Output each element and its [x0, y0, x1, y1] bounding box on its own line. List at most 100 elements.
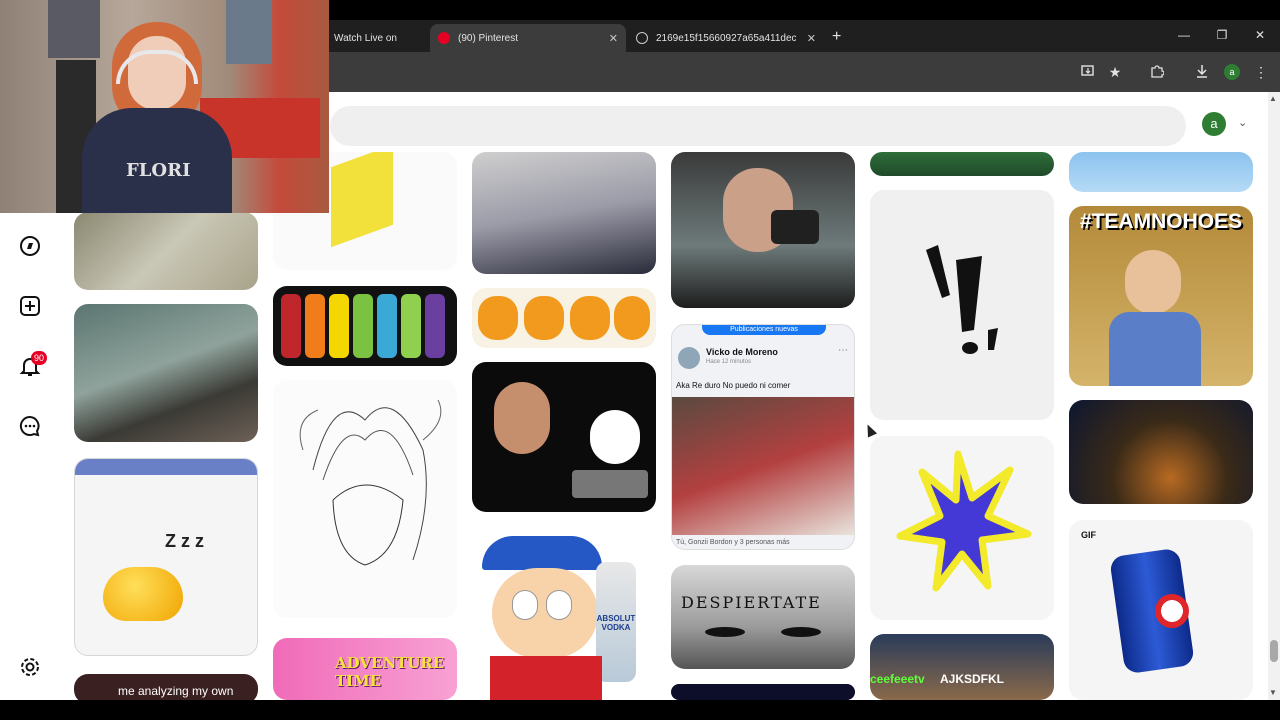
tab-title: Watch Live on [334, 32, 397, 44]
jacket [490, 656, 602, 700]
pin-green-landscape[interactable] [870, 152, 1054, 176]
despiertate-text: DESPIERTATE [681, 593, 822, 612]
post-reactions: Tú, Gonzii Bordon y 3 personas más [676, 539, 790, 546]
pin-analyzing-meme[interactable]: me analyzing my own [74, 674, 258, 700]
browser-profile-avatar[interactable]: a [1224, 64, 1240, 80]
install-app-icon[interactable] [1080, 64, 1096, 81]
gif-badge: GIF [1081, 530, 1096, 540]
adventure-time-logo: ADVENTURE TIME [335, 654, 445, 690]
tv-caption: AJKSDFKL [940, 672, 1005, 686]
pin-exclamation[interactable] [870, 190, 1054, 420]
snoopy [590, 410, 640, 464]
close-tab-icon[interactable]: ✕ [807, 32, 816, 45]
scroll-thumb[interactable] [1270, 640, 1278, 662]
pin-tv-meme[interactable]: ceefeeetv AJKSDFKL [870, 634, 1054, 700]
tab-title: (90) Pinterest [458, 32, 519, 44]
star-burst-icon [896, 450, 1032, 592]
eye [512, 590, 538, 620]
close-tab-icon[interactable]: ✕ [609, 32, 618, 45]
pin-dark-tile[interactable] [671, 684, 855, 700]
extensions-icon[interactable] [1149, 64, 1165, 81]
poster [226, 0, 272, 64]
tab-pinterest[interactable]: (90) Pinterest ✕ [430, 24, 626, 52]
pin-caption: me analyzing my own [118, 684, 234, 698]
window-titlebar [75, 459, 257, 475]
screen-bottom-bar [0, 700, 1280, 720]
search-input[interactable] [330, 106, 1186, 146]
tv-username: ceefeeetv [870, 672, 925, 686]
pin-architecture-drawing[interactable] [74, 212, 258, 290]
bottle [425, 294, 445, 358]
pin-sleeping-emoji[interactable]: Z z z [74, 458, 258, 656]
minimize-button[interactable]: — [1174, 28, 1194, 42]
sleeping-face-icon [103, 567, 183, 621]
browser-menu-icon[interactable]: ⋮ [1253, 64, 1269, 80]
notification-badge: 90 [31, 351, 47, 365]
post-author: Vicko de Moreno [706, 347, 778, 357]
more-icon: ⋯ [838, 345, 848, 356]
accounts-chevron-down-icon[interactable]: ⌄ [1238, 116, 1247, 129]
messages-icon[interactable] [19, 415, 41, 437]
bookmark-star-icon[interactable]: ★ [1107, 64, 1123, 80]
garfield-sticker [570, 296, 610, 340]
bottle [305, 294, 325, 358]
tab-hash[interactable]: 2169e15f15660927a65a411dec ✕ [628, 24, 824, 52]
page-scrollbar[interactable] [1268, 92, 1280, 700]
sketch-drawing [299, 399, 442, 566]
screen: { "browser": { "tabs": [ {"title": "Watc… [0, 0, 1280, 720]
pin-pepsi-gif[interactable]: GIF [1069, 520, 1253, 700]
bottle [377, 294, 397, 358]
pin-facebook-post[interactable]: Publicaciones nuevas Vicko de Moreno Hac… [671, 324, 855, 550]
yellow-shape [331, 152, 393, 248]
scroll-down-icon[interactable]: ▼ [1269, 688, 1277, 697]
new-tab-button[interactable]: + [832, 28, 841, 46]
beanie [482, 536, 602, 570]
pin-teamnohoes[interactable]: #TEAMNOHOES [1069, 206, 1253, 386]
eye [546, 590, 572, 620]
pin-stairs-photo[interactable] [74, 304, 258, 442]
bottle [329, 294, 349, 358]
pepsi-logo-icon [1155, 594, 1189, 628]
absolut-label: ABSOLUT VODKA [596, 614, 636, 632]
pin-hair-sketch[interactable] [273, 380, 457, 618]
teamnohoes-text: #TEAMNOHOES [1079, 210, 1243, 233]
eye [705, 627, 745, 637]
pinterest-favicon-icon [438, 32, 450, 44]
explore-icon[interactable] [19, 235, 41, 257]
turntable [572, 470, 648, 498]
child-shirt [1109, 312, 1201, 386]
pin-star-burst[interactable] [870, 436, 1054, 620]
bottle [401, 294, 421, 358]
pin-south-park[interactable]: ABSOLUT VODKA [472, 528, 656, 700]
bottle [281, 294, 301, 358]
garfield-sticker [524, 296, 564, 340]
new-posts-banner: Publicaciones nuevas [702, 325, 826, 335]
pin-shoes-photo[interactable] [472, 152, 656, 274]
child-face [1125, 250, 1181, 314]
window-close-button[interactable]: ✕ [1250, 28, 1270, 42]
pin-garfield-stickers[interactable] [472, 288, 656, 348]
garfield-sticker [478, 296, 518, 340]
create-icon[interactable] [19, 295, 41, 317]
pin-camera-photo[interactable] [671, 152, 855, 308]
post-photo [672, 397, 854, 535]
settings-icon[interactable] [19, 656, 41, 678]
pin-dj-snoopy[interactable] [472, 362, 656, 512]
scroll-up-icon[interactable]: ▲ [1269, 94, 1277, 103]
pin-adventure-time[interactable]: ADVENTURE TIME [273, 638, 457, 700]
person-face [494, 382, 550, 454]
restore-button[interactable]: ❐ [1212, 28, 1232, 42]
globe-icon [636, 32, 648, 44]
post-time: Hace 12 minutos [706, 359, 752, 365]
pin-sky[interactable] [1069, 152, 1253, 192]
tab-watch-live[interactable]: Watch Live on [326, 24, 428, 52]
bottle [353, 294, 373, 358]
pin-despiertate[interactable]: DESPIERTATE [671, 565, 855, 669]
hoodie-text: FLORI [126, 160, 191, 181]
poster [48, 0, 100, 58]
pin-forest-campfire[interactable] [1069, 400, 1253, 504]
download-icon[interactable] [1194, 64, 1210, 81]
avatar[interactable]: a [1202, 112, 1226, 136]
pin-fanta-bottles[interactable] [273, 286, 457, 366]
stan-face [492, 568, 598, 658]
